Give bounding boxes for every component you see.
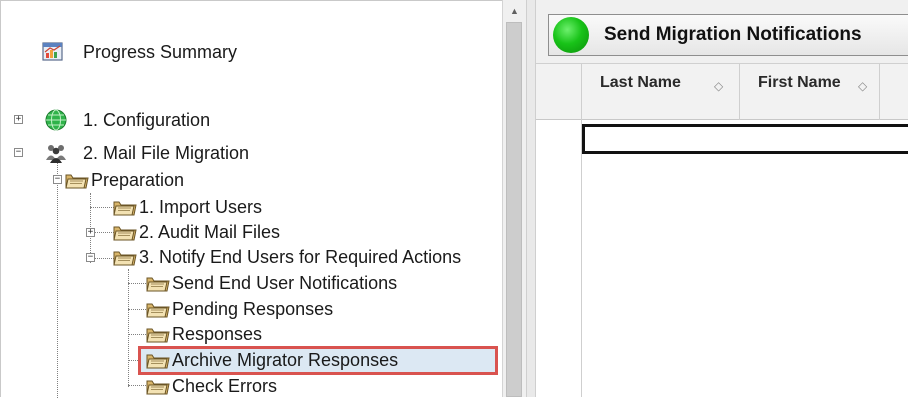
navigation-tree: Progress Summary + 1. Configuration − 2.… — [0, 0, 502, 398]
tree-item-label: Pending Responses — [172, 299, 334, 319]
tree-item-pending-responses[interactable]: Pending Responses — [146, 298, 333, 320]
send-button-label: Send Migration Notifications — [604, 24, 862, 45]
row-selector-column — [536, 120, 582, 397]
tree-connector — [128, 385, 146, 386]
folder-icon — [113, 226, 137, 241]
tree-connector — [57, 163, 58, 398]
send-migration-notifications-button[interactable]: Send Migration Notifications — [548, 14, 908, 56]
tree-item-label: Send End User Notifications — [172, 273, 398, 293]
expand-toggle[interactable]: + — [14, 115, 23, 124]
column-header-label: First Name — [758, 74, 841, 91]
sort-icon[interactable]: ◇ — [714, 80, 723, 92]
panel-splitter[interactable] — [526, 0, 536, 397]
tree-item-responses[interactable]: Responses — [146, 323, 262, 345]
details-panel: Send Migration Notifications Last Name ◇… — [536, 0, 908, 397]
folder-icon — [146, 277, 170, 292]
tree-item-label: 2. Audit Mail Files — [139, 222, 281, 242]
tree-connector — [128, 283, 146, 284]
column-header-label: Last Name — [600, 74, 681, 91]
users-group-icon — [46, 145, 66, 163]
folder-icon — [113, 201, 137, 216]
tree-item-label: Responses — [172, 324, 263, 344]
green-status-icon — [553, 17, 589, 53]
tree-item-send-end-user-notifications[interactable]: Send End User Notifications — [146, 272, 397, 294]
row-selector-header — [536, 64, 582, 120]
tree-item-archive-migrator-responses[interactable]: Archive Migrator Responses — [146, 349, 398, 371]
tree-item-label: 3. Notify End Users for Required Actions — [139, 247, 462, 267]
tree-item-label: Progress Summary — [83, 42, 238, 62]
expand-toggle[interactable]: + — [86, 228, 95, 237]
folder-icon — [113, 251, 137, 266]
scroll-up-arrow-icon[interactable]: ▲ — [503, 0, 526, 22]
grid-active-cell[interactable] — [582, 124, 908, 154]
tree-connector — [90, 207, 114, 208]
column-header-last-name[interactable]: Last Name ◇ — [582, 64, 740, 120]
tree-item-check-errors[interactable]: Check Errors — [146, 375, 277, 397]
sort-icon[interactable]: ◇ — [858, 80, 867, 92]
globe-icon — [45, 109, 67, 131]
toolbar: Send Migration Notifications — [536, 0, 908, 64]
tree-item-audit-mail-files[interactable]: 2. Audit Mail Files — [113, 221, 280, 243]
tree-item-mail-file-migration[interactable]: 2. Mail File Migration — [45, 142, 249, 164]
tree-item-label: Archive Migrator Responses — [172, 350, 399, 370]
tree-item-progress-summary[interactable]: Progress Summary — [41, 41, 237, 63]
scrollbar-thumb[interactable] — [506, 22, 522, 397]
tree-item-label: 1. Configuration — [83, 110, 211, 130]
folder-icon — [146, 303, 170, 318]
tree-connector — [128, 269, 129, 387]
collapse-toggle[interactable]: − — [14, 148, 23, 157]
tree-connector — [128, 309, 146, 310]
progress-summary-icon — [42, 42, 63, 61]
collapse-toggle[interactable]: − — [86, 253, 95, 262]
tree-item-preparation[interactable]: Preparation — [65, 169, 184, 191]
folder-icon — [146, 354, 170, 369]
tree-item-label: 2. Mail File Migration — [83, 143, 250, 163]
tree-item-label: Preparation — [91, 170, 185, 190]
tree-item-notify-end-users[interactable]: 3. Notify End Users for Required Actions — [113, 246, 461, 268]
grid-header: Last Name ◇ First Name ◇ — [536, 64, 908, 120]
tree-item-label: Check Errors — [172, 376, 278, 396]
folder-icon — [65, 174, 89, 189]
tree-connector — [128, 334, 146, 335]
tree-item-import-users[interactable]: 1. Import Users — [113, 196, 262, 218]
tree-scrollbar[interactable]: ▲ — [502, 0, 526, 397]
tree-item-label: 1. Import Users — [139, 197, 263, 217]
folder-icon — [146, 380, 170, 395]
folder-icon — [146, 328, 170, 343]
collapse-toggle[interactable]: − — [53, 175, 62, 184]
column-header-first-name[interactable]: First Name ◇ — [740, 64, 880, 120]
tree-item-configuration[interactable]: 1. Configuration — [45, 109, 210, 131]
